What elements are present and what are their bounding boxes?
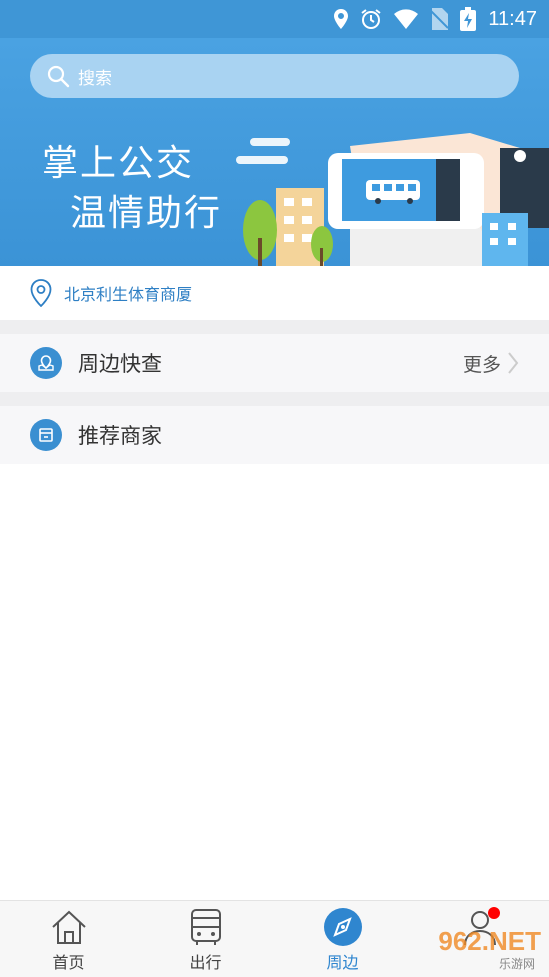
status-icons: 11:47 bbox=[334, 6, 537, 32]
tab-travel-label[interactable]: 出行 bbox=[189, 949, 221, 973]
location-text: 北京利生体育商厦 bbox=[64, 285, 193, 304]
section-divider bbox=[0, 320, 549, 334]
tab-nearby[interactable]: 周边 bbox=[274, 901, 411, 977]
compass-icon bbox=[323, 908, 362, 946]
cloud-icon bbox=[236, 138, 290, 164]
battery-charging-icon bbox=[460, 7, 477, 31]
map-pin-icon bbox=[30, 279, 52, 307]
status-time: 11:47 bbox=[488, 7, 537, 30]
chevron-right-icon bbox=[508, 352, 519, 374]
bus-icon bbox=[190, 909, 221, 945]
notification-dot-icon bbox=[487, 907, 500, 919]
watermark-logo: 962.NET bbox=[438, 926, 541, 956]
more-button[interactable]: 更多 bbox=[463, 350, 519, 377]
home-icon bbox=[51, 910, 86, 944]
no-sim-icon bbox=[430, 8, 449, 30]
alarm-icon bbox=[361, 9, 382, 29]
tab-nearby-label[interactable]: 周边 bbox=[326, 949, 358, 973]
nearby-section-header[interactable]: 周边快查 更多 bbox=[0, 334, 549, 392]
location-status-icon bbox=[334, 9, 349, 29]
recommended-section-title: 推荐商家 bbox=[78, 424, 162, 448]
location-row[interactable]: 北京利生体育商厦 bbox=[0, 266, 549, 320]
tab-home-label[interactable]: 首页 bbox=[52, 949, 84, 973]
watermark-subtitle: 乐游网 bbox=[498, 957, 535, 971]
nearby-section-title: 周边快查 bbox=[78, 352, 162, 376]
tab-travel[interactable]: 出行 bbox=[137, 901, 274, 977]
section-divider bbox=[0, 392, 549, 406]
store-icon bbox=[30, 419, 62, 451]
more-label[interactable]: 更多 bbox=[463, 350, 501, 377]
status-bar: 11:47 bbox=[0, 0, 549, 38]
banner-illustration bbox=[236, 133, 549, 266]
tab-home[interactable]: 首页 bbox=[0, 901, 137, 977]
recommended-section-header[interactable]: 推荐商家 bbox=[0, 406, 549, 464]
nearby-map-icon bbox=[30, 347, 62, 379]
header-banner: 搜索 掌上公交 温情助行 bbox=[0, 38, 549, 266]
wifi-icon bbox=[394, 9, 419, 29]
